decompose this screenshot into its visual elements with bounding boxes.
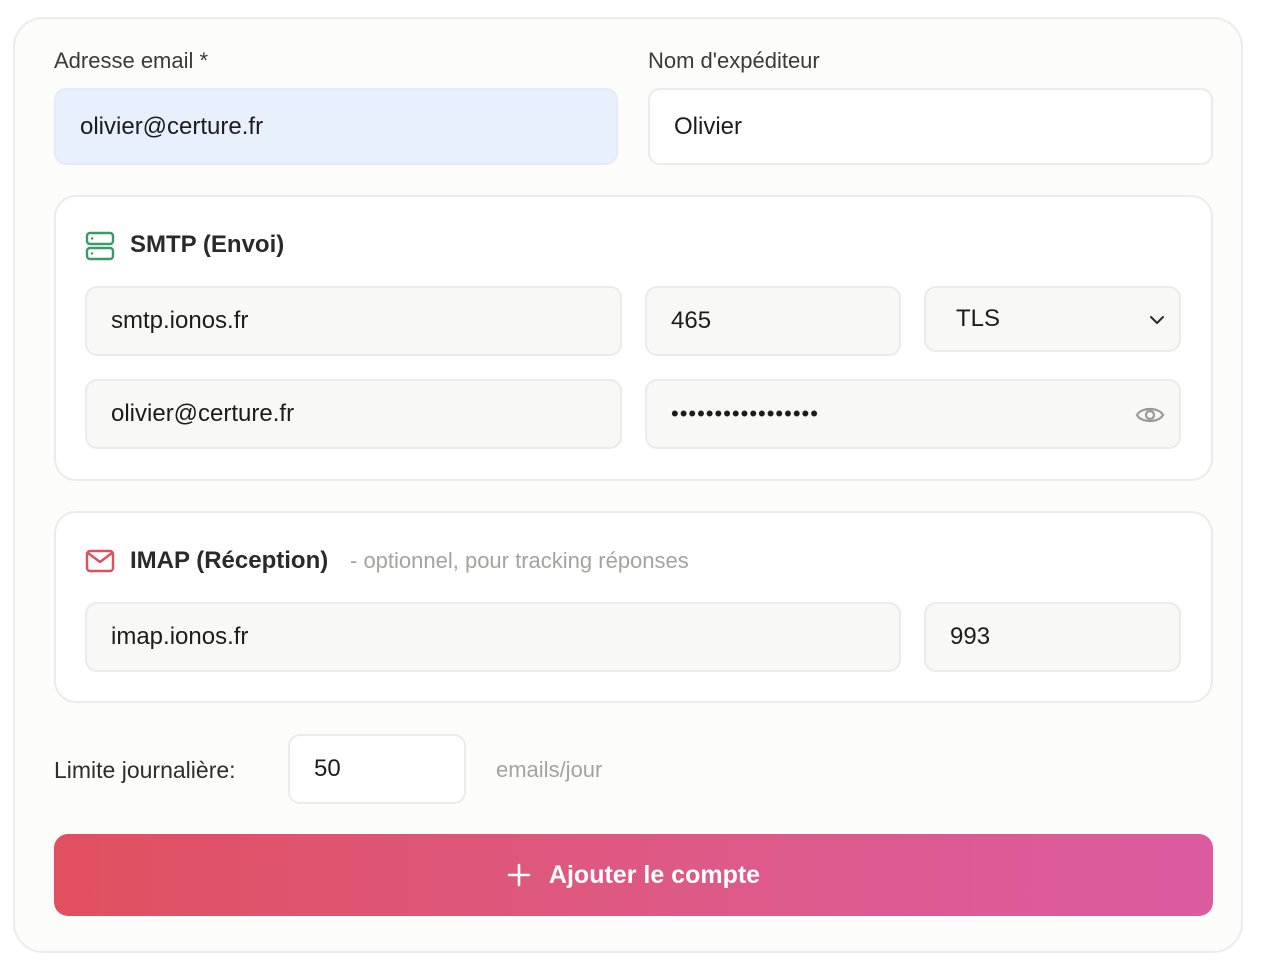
smtp-host-input[interactable]: smtp.ionos.fr [85,286,622,356]
sender-name-label: Nom d'expéditeur [648,48,820,73]
chevron-down-icon [1147,309,1167,337]
daily-limit-label: Limite journalière: [54,757,236,783]
imap-subtitle: - optionnel, pour tracking réponses [350,548,689,573]
sender-name-input[interactable]: Olivier [648,88,1213,165]
password-mask: ••••••••••••••••• [671,401,819,426]
plus-icon [507,863,531,887]
email-input[interactable]: olivier@certure.fr [54,88,618,165]
add-account-button[interactable]: Ajouter le compte [54,834,1213,916]
server-icon [85,231,115,261]
mail-icon [85,548,115,574]
imap-title: IMAP (Réception) [130,547,329,574]
smtp-port-input[interactable]: 465 [645,286,901,356]
smtp-security-select[interactable]: TLS [924,286,1181,352]
imap-host-input[interactable]: imap.ionos.fr [85,602,901,672]
smtp-password-input[interactable]: ••••••••••••••••• [645,379,1181,449]
daily-limit-unit: emails/jour [496,757,603,782]
add-account-label: Ajouter le compte [548,860,761,889]
imap-port-input[interactable]: 993 [924,602,1181,672]
smtp-title: SMTP (Envoi) [130,231,285,258]
smtp-security-value: TLS [956,305,1001,332]
daily-limit-input[interactable]: 50 [288,734,466,804]
email-label: Adresse email * [54,48,209,73]
smtp-username-input[interactable]: olivier@certure.fr [85,379,622,449]
eye-icon[interactable] [1135,402,1165,435]
